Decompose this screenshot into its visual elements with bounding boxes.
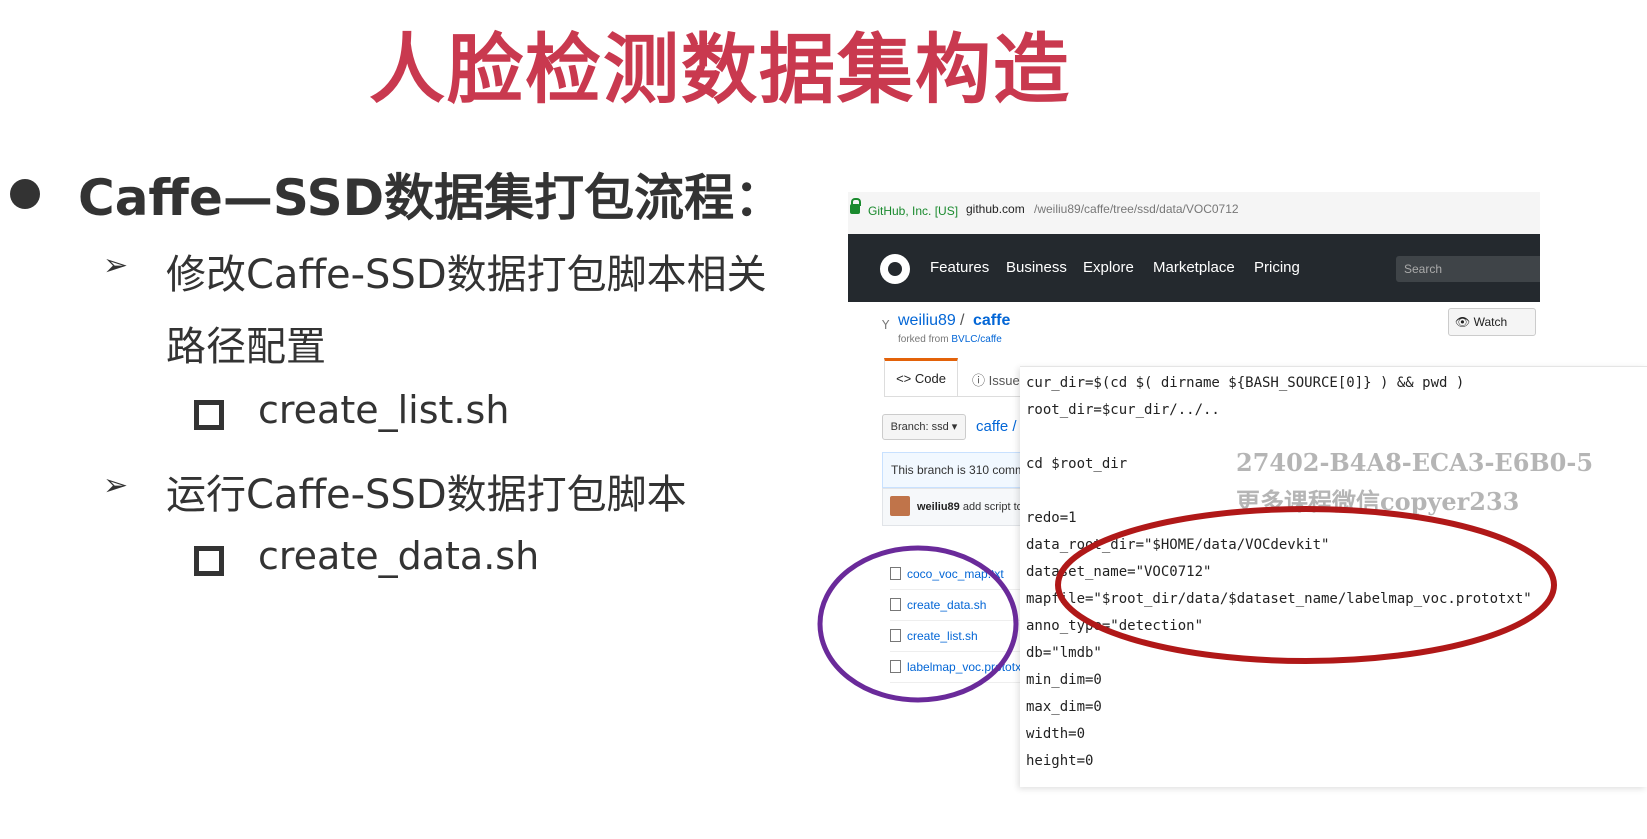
file-name[interactable]: labelmap_voc.prototxt: [907, 660, 1024, 674]
file-name[interactable]: create_list.sh: [907, 629, 978, 643]
code-line: root_dir=$cur_dir/../..: [1026, 402, 1220, 418]
lock-icon: [850, 198, 861, 214]
file-name[interactable]: coco_voc_map.txt: [907, 567, 1004, 581]
code-line: cur_dir=$(cd $( dirname ${BASH_SOURCE[0]…: [1026, 375, 1465, 391]
code-line: width=0: [1026, 726, 1086, 742]
step1-text-line1: 修改Caffe-SSD数据打包脚本相关: [166, 252, 767, 298]
code-line: cd $root_dir: [1026, 456, 1128, 472]
file-icon: [890, 629, 901, 642]
search-input[interactable]: Search: [1396, 256, 1540, 282]
repo-owner-link[interactable]: weiliu89: [898, 312, 956, 330]
code-line: max_dim=0: [1026, 699, 1102, 715]
nav-pricing[interactable]: Pricing: [1254, 259, 1300, 276]
github-logo-icon[interactable]: [880, 254, 910, 284]
arrow-bullet-icon: ➢: [103, 468, 129, 503]
file-icon: [890, 567, 901, 580]
nav-explore[interactable]: Explore: [1083, 259, 1134, 276]
forked-from-link[interactable]: BVLC/caffe: [951, 334, 1001, 345]
code-line: anno_type="detection": [1026, 618, 1204, 634]
code-line: height=0: [1026, 753, 1094, 769]
square-bullet-icon: [194, 546, 224, 576]
commit-author[interactable]: weiliu89: [917, 501, 960, 513]
watch-label: Watch: [1473, 315, 1508, 329]
watermark-line1: 27402-B4A8-ECA3-E6B0-5: [1236, 448, 1594, 477]
browser-url-bar[interactable]: GitHub, Inc. [US] github.com /weiliu89/c…: [848, 192, 1540, 235]
forked-from: forked from BVLC/caffe: [898, 334, 1002, 345]
url-host: github.com: [966, 202, 1025, 216]
branch-selector[interactable]: Branch: ssd ▾: [882, 414, 966, 440]
avatar: [890, 496, 910, 516]
watermark-line2: 更多课程微信copyer233: [1236, 487, 1520, 516]
arrow-bullet-icon: ➢: [103, 248, 129, 283]
eye-icon: 👁: [1455, 315, 1474, 329]
code-panel: cur_dir=$(cd $( dirname ${BASH_SOURCE[0]…: [1020, 366, 1647, 787]
github-header: Features Business Explore Marketplace Pr…: [848, 234, 1540, 302]
issues-icon: ⓘ: [972, 373, 989, 388]
file-icon: [890, 660, 901, 673]
step2-text: 运行Caffe-SSD数据打包脚本: [166, 472, 687, 518]
fork-icon: Y: [882, 318, 890, 332]
file-name[interactable]: create_data.sh: [907, 598, 986, 612]
file-icon: [890, 598, 901, 611]
secure-label: GitHub, Inc. [US]: [868, 204, 959, 218]
tab-code[interactable]: <> Code: [884, 358, 958, 397]
square-bullet-icon: [194, 400, 224, 430]
nav-features[interactable]: Features: [930, 259, 989, 276]
code-line: mapfile="$root_dir/data/$dataset_name/la…: [1026, 591, 1532, 607]
repo-separator: /: [960, 312, 965, 329]
main-bullet-text: Caffe—SSD数据集打包流程：: [78, 169, 785, 227]
watch-button[interactable]: 👁 Watch: [1448, 308, 1536, 336]
bullet-dot-icon: [10, 179, 40, 209]
main-bullet: Caffe—SSD数据集打包流程：: [10, 158, 784, 230]
url-path: /weiliu89/caffe/tree/ssd/data/VOC0712: [1034, 202, 1239, 216]
nav-marketplace[interactable]: Marketplace: [1153, 259, 1235, 276]
step1-text-line2: 路径配置: [166, 324, 326, 370]
code-line: min_dim=0: [1026, 672, 1102, 688]
slide-title: 人脸检测数据集构造: [369, 25, 1071, 114]
code-line: db="lmdb": [1026, 645, 1102, 661]
repo-name-link[interactable]: caffe: [973, 312, 1010, 330]
parent-dir-link[interactable]: ..: [910, 536, 919, 552]
code-line: data_root_dir="$HOME/data/VOCdevkit": [1026, 537, 1330, 553]
file-create-data: create_data.sh: [258, 534, 540, 578]
nav-business[interactable]: Business: [1006, 259, 1067, 276]
forked-prefix: forked from: [898, 334, 952, 345]
code-line: dataset_name="VOC0712": [1026, 564, 1212, 580]
code-line: redo=1: [1026, 510, 1077, 526]
file-create-list: create_list.sh: [258, 388, 510, 432]
